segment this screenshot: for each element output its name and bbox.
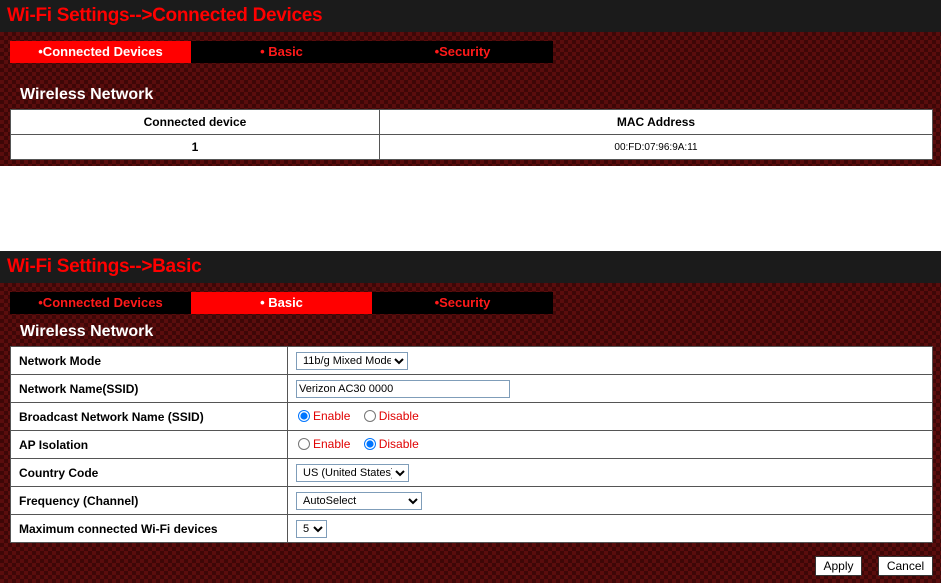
page-title: Wi-Fi Settings-->Basic [7,256,202,277]
section-heading: Wireless Network [20,86,154,103]
column-header-mac: MAC Address [379,109,933,135]
frequency-select[interactable]: AutoSelect [296,491,422,510]
ssid-cell [287,374,933,403]
page-title: Wi-Fi Settings-->Connected Devices [7,5,323,26]
table-row: Network Name(SSID) [10,374,933,403]
ap-isolation-label: AP Isolation [10,430,288,459]
tab-basic[interactable]: • Basic [191,292,372,314]
cancel-button[interactable]: Cancel [878,556,933,576]
max-devices-label: Maximum connected Wi-Fi devices [10,514,288,543]
ap-isolation-enable-radio[interactable] [298,437,310,450]
network-mode-cell: 11b/g Mixed Mode [287,346,933,375]
tab-security[interactable]: •Security [372,292,553,314]
table-row: Broadcast Network Name (SSID) Enable Dis… [10,402,933,431]
ap-isolation-disable-radio[interactable] [363,437,376,450]
frequency-label: Frequency (Channel) [10,486,288,515]
broadcast-disable-label: Disable [378,408,419,423]
ssid-input[interactable] [296,379,510,398]
max-devices-cell: 5 [287,514,933,543]
tab-basic[interactable]: • Basic [191,41,372,63]
table-row: Network Mode 11b/g Mixed Mode [10,346,933,375]
broadcast-enable-label: Enable [313,408,351,423]
panel-header: Wi-Fi Settings-->Basic [0,251,941,283]
panel-header: Wi-Fi Settings-->Connected Devices [0,0,941,32]
connected-devices-table: Connected device MAC Address 1 00:FD:07:… [10,109,933,160]
section-heading: Wireless Network [20,323,154,340]
panel-body: •Connected Devices • Basic •Security Wir… [0,283,941,583]
tab-security[interactable]: •Security [372,41,553,63]
max-devices-select[interactable]: 5 [296,519,327,538]
ap-isolation-disable-option[interactable]: Disable [362,437,419,451]
apply-button[interactable]: Apply [815,556,862,576]
table-row: Country Code US (United States) [10,458,933,487]
network-mode-select[interactable]: 11b/g Mixed Mode [296,351,408,370]
mac-address: 00:FD:07:96:9A:11 [379,134,933,160]
tab-connected-devices[interactable]: •Connected Devices [10,292,191,314]
country-code-select[interactable]: US (United States) [296,463,409,482]
ap-isolation-disable-label: Disable [378,436,419,451]
connected-devices-panel: Wi-Fi Settings-->Connected Devices •Conn… [0,0,941,166]
settings-table: Network Mode 11b/g Mixed Mode Network Na… [10,346,933,543]
broadcast-label: Broadcast Network Name (SSID) [10,402,288,431]
column-header-device: Connected device [10,109,380,135]
country-code-label: Country Code [10,458,288,487]
table-header-row: Connected device MAC Address [10,109,933,135]
tab-connected-devices[interactable]: •Connected Devices [10,41,191,63]
basic-panel: Wi-Fi Settings-->Basic •Connected Device… [0,251,941,583]
ap-isolation-enable-label: Enable [313,436,351,451]
panel-body: •Connected Devices • Basic •Security Wir… [0,32,941,166]
broadcast-disable-option[interactable]: Disable [362,409,419,423]
frequency-cell: AutoSelect [287,486,933,515]
table-row: AP Isolation Enable Disable [10,430,933,459]
broadcast-enable-radio[interactable] [298,409,310,422]
network-mode-label: Network Mode [10,346,288,375]
ap-isolation-enable-option[interactable]: Enable [296,437,350,451]
ssid-label: Network Name(SSID) [10,374,288,403]
table-row: 1 00:FD:07:96:9A:11 [10,134,933,160]
tab-bar: •Connected Devices • Basic •Security [10,292,553,314]
tab-bar: •Connected Devices • Basic •Security [10,41,553,63]
table-row: Frequency (Channel) AutoSelect [10,486,933,515]
broadcast-enable-option[interactable]: Enable [296,409,350,423]
country-code-cell: US (United States) [287,458,933,487]
broadcast-disable-radio[interactable] [363,409,376,422]
ap-isolation-cell: Enable Disable [287,430,933,459]
broadcast-cell: Enable Disable [287,402,933,431]
table-row: Maximum connected Wi-Fi devices 5 [10,514,933,543]
device-number: 1 [10,134,380,160]
